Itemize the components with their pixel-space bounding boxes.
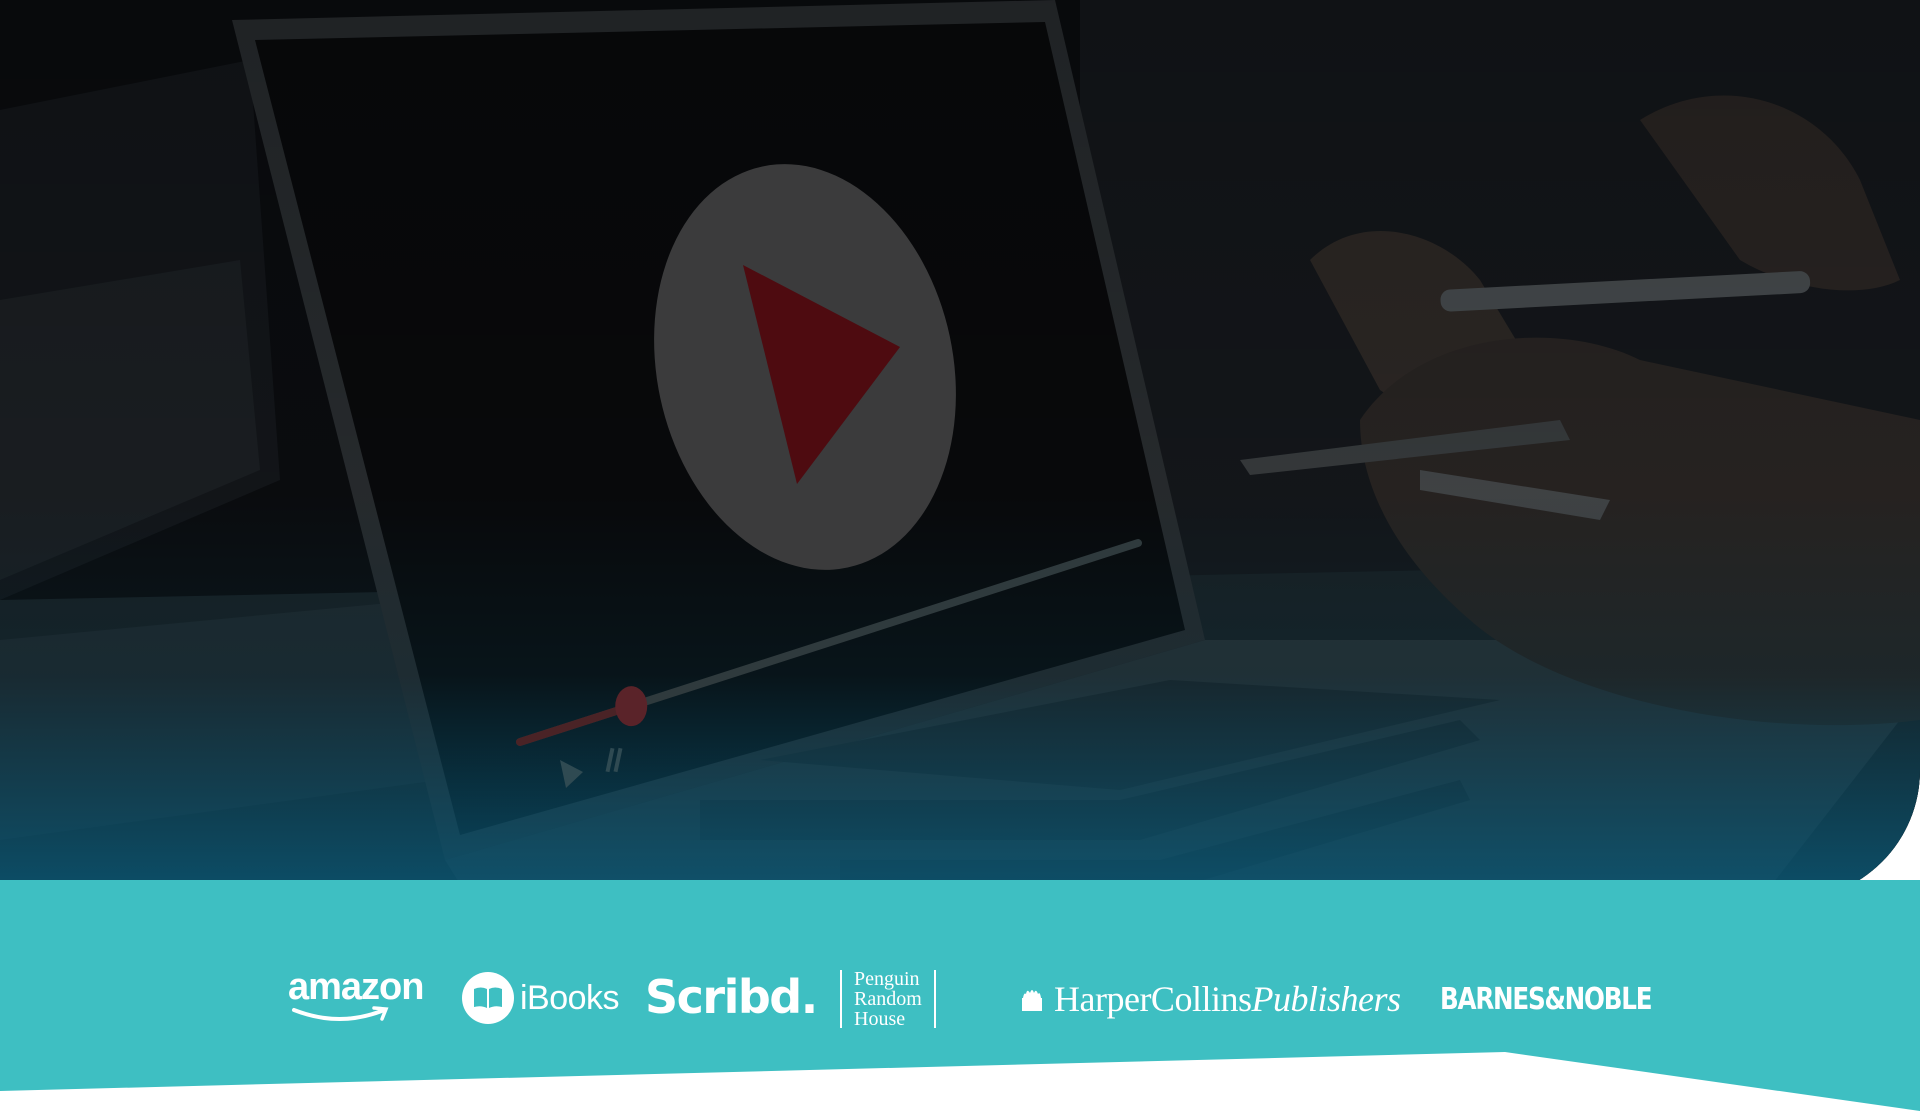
video-player-screen [516, 136, 1142, 788]
amazon-smile-icon [292, 1006, 389, 1021]
penguin-line-1: Penguin [854, 968, 920, 990]
publishers-text: Publishers [1251, 979, 1401, 1019]
penguin-random-house-text: Penguin Random House [842, 968, 934, 1030]
play-control-icon[interactable] [560, 760, 583, 788]
ibooks-logo[interactable]: iBooks [462, 972, 620, 1024]
penguin-line-2: Random [854, 988, 922, 1010]
flame-fire-icon [1022, 990, 1042, 1011]
video-progress-bar[interactable] [516, 539, 1142, 746]
scribd-logo[interactable]: Scribd. [645, 970, 818, 1024]
penguin-line-3: House [854, 1008, 906, 1030]
barnes-noble-logo[interactable]: BARNES&NOBLE [1440, 982, 1652, 1017]
amazon-logo-text: amazon [288, 966, 424, 1008]
divider [933, 970, 936, 1028]
pause-icon[interactable] [605, 747, 623, 773]
harpercollins-text: HarperCollins [1054, 979, 1252, 1019]
hero-section [0, 0, 1920, 900]
harpercollins-logo[interactable]: HarperCollins Publishers [1020, 978, 1401, 1020]
ibooks-logo-text: iBooks [520, 978, 620, 1017]
amazon-logo[interactable]: amazon [288, 966, 424, 1021]
play-icon[interactable] [618, 136, 993, 599]
scribd-logo-text: Scribd. [645, 970, 818, 1024]
penguin-random-house-logo[interactable]: Penguin Random House [840, 968, 936, 1030]
partner-logos: amazon iBooks Scribd. Penguin Random Hou… [0, 960, 1920, 1040]
open-book-icon [462, 972, 514, 1024]
barnes-noble-text: BARNES&NOBLE [1440, 982, 1652, 1017]
